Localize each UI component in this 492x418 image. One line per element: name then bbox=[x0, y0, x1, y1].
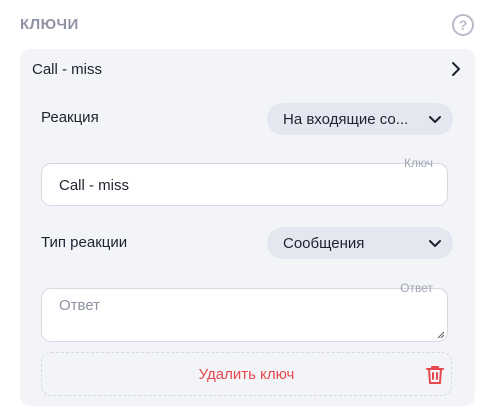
answer-field-label: Ответ bbox=[400, 281, 433, 295]
key-field[interactable]: Ключ Call - miss bbox=[41, 157, 448, 206]
key-card-title: Call - miss bbox=[32, 61, 102, 78]
key-card: Call - miss Реакция На входящие со... Кл… bbox=[20, 49, 475, 406]
reaction-type-label: Тип реакции bbox=[41, 234, 128, 251]
reaction-type-select[interactable]: Сообщения bbox=[267, 227, 453, 259]
key-field-value: Call - miss bbox=[59, 177, 129, 194]
delete-key-button[interactable]: Удалить ключ bbox=[41, 352, 452, 396]
resize-grip-icon[interactable] bbox=[437, 331, 445, 339]
reaction-type-select-value: Сообщения bbox=[283, 235, 365, 252]
chevron-down-icon bbox=[429, 116, 441, 123]
chevron-right-icon bbox=[452, 62, 460, 76]
delete-key-label: Удалить ключ bbox=[198, 366, 295, 383]
chevron-down-icon bbox=[429, 240, 441, 247]
key-card-header[interactable]: Call - miss bbox=[20, 49, 475, 89]
answer-field-placeholder: Ответ bbox=[59, 297, 101, 314]
keys-header: КЛЮЧИ ? bbox=[20, 14, 476, 38]
key-field-label: Ключ bbox=[404, 156, 433, 170]
reaction-label: Реакция bbox=[41, 109, 99, 126]
reaction-select-value: На входящие со... bbox=[283, 111, 409, 128]
help-icon[interactable]: ? bbox=[452, 14, 474, 36]
section-title: КЛЮЧИ bbox=[20, 16, 79, 33]
reaction-select[interactable]: На входящие со... bbox=[267, 103, 453, 135]
trash-icon[interactable] bbox=[423, 363, 447, 387]
answer-field[interactable]: Ответ Ответ bbox=[41, 282, 448, 342]
